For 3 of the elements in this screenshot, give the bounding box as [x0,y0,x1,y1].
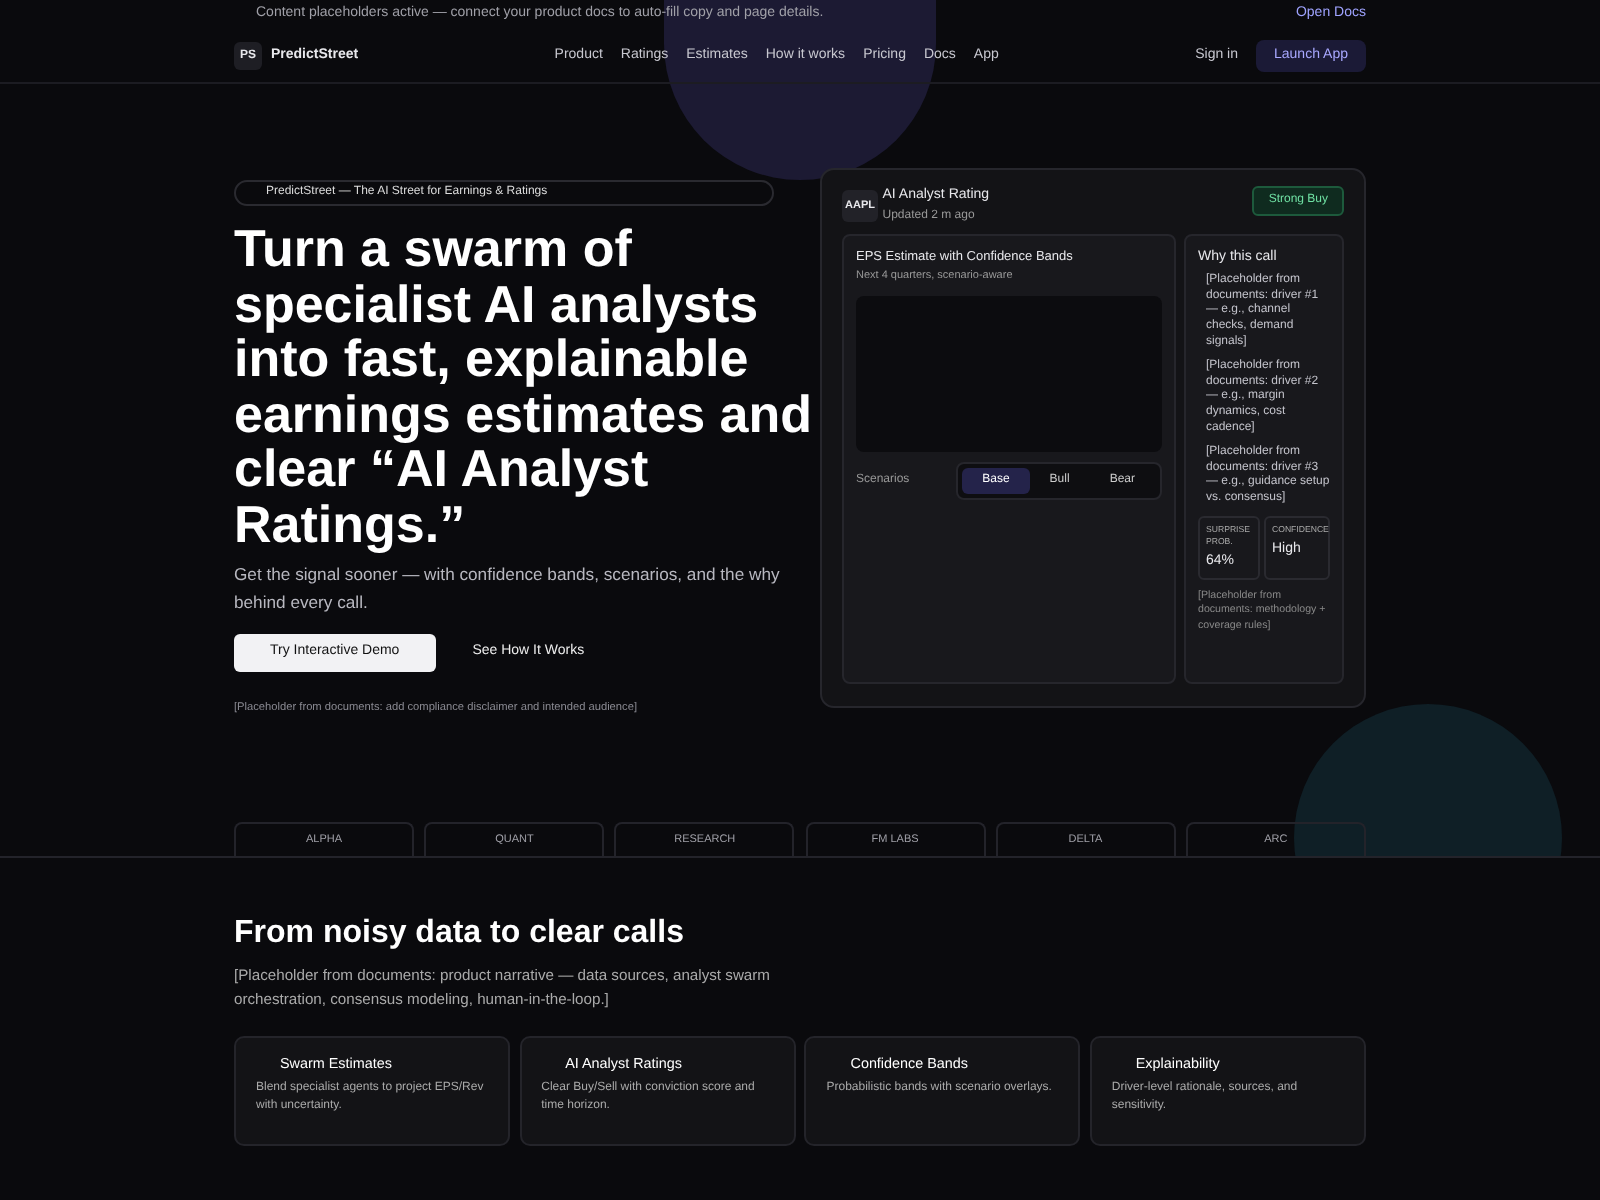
hero-heading: Turn a swarm of specialist AI analysts into fast, explainable earnings estimates and clear “AI Analyst Ratings.” [234,222,814,552]
section-heading: From noisy data to clear calls [234,913,686,953]
hero-subtitle: Get the signal sooner — with confidence bands, scenarios, and the why behind every call. [234,562,782,616]
